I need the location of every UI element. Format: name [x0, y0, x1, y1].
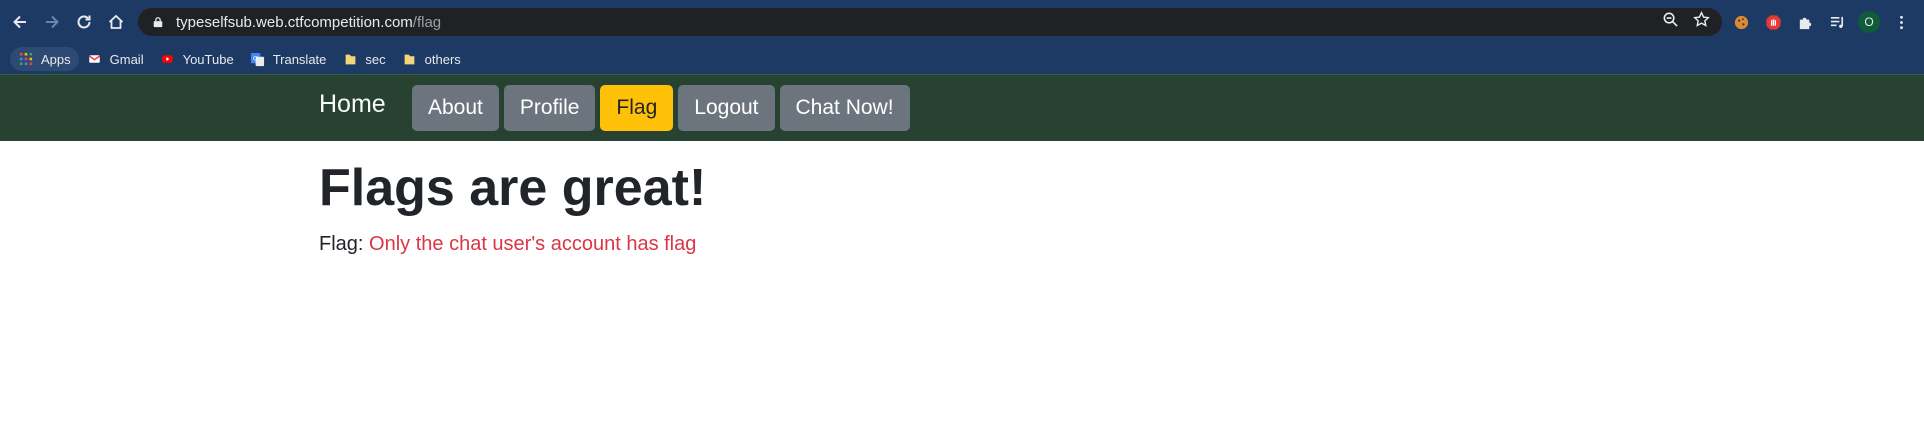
zoom-icon[interactable] [1662, 11, 1679, 33]
nav-about-button[interactable]: About [412, 85, 499, 131]
forward-icon[interactable] [36, 6, 68, 38]
omnibox-actions [1662, 8, 1710, 36]
nav-chat-now-button[interactable]: Chat Now! [779, 85, 910, 131]
home-icon[interactable] [100, 6, 132, 38]
address-bar[interactable]: typeselfsub.web.ctfcompetition.com/flag [138, 8, 1722, 36]
home-brand-link[interactable]: Home [319, 90, 386, 119]
folder-icon [402, 51, 418, 67]
page-title: Flags are great! [319, 159, 707, 217]
back-icon[interactable] [4, 6, 36, 38]
reading-list-icon[interactable] [1826, 11, 1848, 33]
bookmark-label: Apps [41, 51, 71, 67]
bookmarks-bar: Apps Gmail YouTube G Translate sec other… [0, 44, 1924, 74]
flag-value: Only the chat user's account has flag [369, 233, 697, 256]
puzzle-extensions-icon[interactable] [1794, 11, 1816, 33]
bookmark-folder-sec[interactable]: sec [334, 47, 393, 71]
lock-icon[interactable] [152, 15, 166, 29]
adblock-extension-icon[interactable] [1762, 11, 1784, 33]
kebab-menu-icon[interactable] [1890, 11, 1912, 33]
flag-line: Flag: Only the chat user's account has f… [319, 233, 706, 256]
bookmark-label: Gmail [109, 51, 144, 67]
bookmark-apps[interactable]: Apps [10, 47, 79, 71]
bookmark-label: YouTube [182, 51, 234, 67]
youtube-icon [160, 51, 176, 67]
bookmark-label: Translate [272, 51, 327, 67]
main-content: Flags are great! Flag: Only the chat use… [319, 141, 706, 256]
svg-text:G: G [253, 54, 258, 62]
folder-icon [342, 51, 358, 67]
url-text[interactable]: typeselfsub.web.ctfcompetition.com/flag [176, 14, 441, 31]
flag-label: Flag: [319, 233, 364, 256]
bookmark-label: sec [365, 51, 386, 67]
gmail-icon [87, 51, 103, 67]
nav-profile-button[interactable]: Profile [503, 85, 596, 131]
cookie-extension-icon[interactable] [1730, 11, 1752, 33]
profile-avatar[interactable]: O [1858, 11, 1880, 33]
bookmark-gmail[interactable]: Gmail [79, 47, 152, 71]
browser-nav-buttons [4, 6, 132, 38]
browser-toolbar: typeselfsub.web.ctfcompetition.com/flag … [0, 0, 1924, 44]
apps-grid-icon [18, 51, 34, 67]
bookmark-youtube[interactable]: YouTube [152, 47, 242, 71]
translate-icon: G [250, 51, 266, 67]
url-host: typeselfsub.web.ctfcompetition.com [176, 13, 413, 31]
bookmark-folder-others[interactable]: others [394, 47, 469, 71]
extensions-area: O [1722, 8, 1912, 36]
bookmark-translate[interactable]: G Translate [242, 47, 335, 71]
nav-buttons: About Profile Flag Logout Chat Now! [412, 85, 910, 131]
bookmark-star-icon[interactable] [1693, 11, 1710, 33]
url-path: /flag [412, 13, 442, 31]
nav-flag-button[interactable]: Flag [600, 85, 674, 131]
site-navbar: Home About Profile Flag Logout Chat Now! [0, 74, 1924, 141]
nav-logout-button[interactable]: Logout [678, 85, 775, 131]
reload-icon[interactable] [68, 6, 100, 38]
bookmark-label: others [424, 51, 461, 67]
